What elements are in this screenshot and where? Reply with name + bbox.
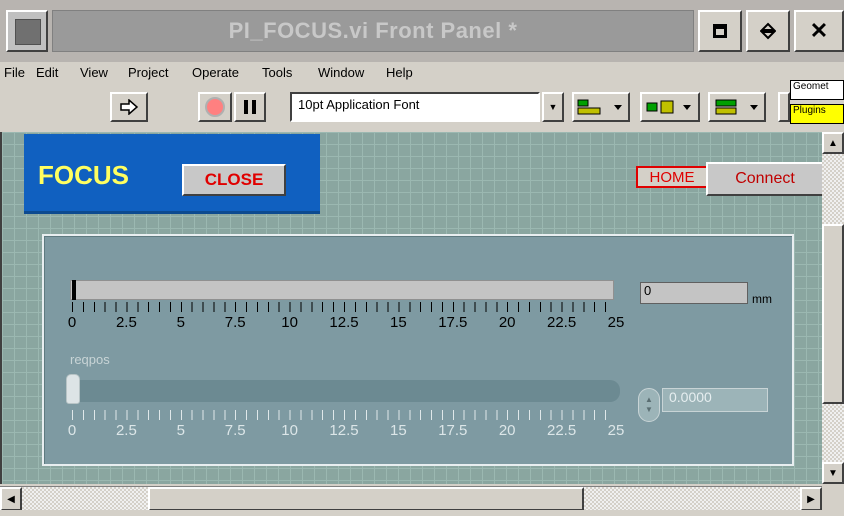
tick-label: 2.5 xyxy=(115,422,137,439)
minimize-icon xyxy=(713,24,727,38)
tick-label: 0 xyxy=(67,422,77,439)
menu-tools[interactable]: Tools xyxy=(262,65,292,80)
tick-label: 12.5 xyxy=(329,422,359,439)
tick-label: 10 xyxy=(281,314,298,331)
distribute-objects-button[interactable] xyxy=(640,92,700,122)
font-selector[interactable]: 10pt Application Font xyxy=(290,92,540,122)
window-menu-icon[interactable] xyxy=(6,10,48,52)
position-unit: mm xyxy=(752,292,772,306)
connect-button[interactable]: Connect xyxy=(706,162,822,196)
tick-label: 22.5 xyxy=(546,422,577,439)
run-button[interactable] xyxy=(110,92,148,122)
tick-label: 25 xyxy=(607,422,625,439)
pause-icon xyxy=(244,100,256,114)
reqpos-slider-track[interactable] xyxy=(70,380,620,402)
tick-label: 17.5 xyxy=(438,422,468,439)
minimize-button[interactable] xyxy=(698,10,742,52)
front-panel: FOCUS CLOSE HOME Connect 0 2.5 5 7.5 10 12.5 1… xyxy=(0,132,822,484)
tick-label: 0 xyxy=(67,314,77,331)
abort-button[interactable] xyxy=(198,92,232,122)
tick-label: 5 xyxy=(176,314,185,331)
tick-label: 7.5 xyxy=(224,422,246,439)
palette-geometry[interactable]: Geomet xyxy=(790,80,844,100)
horizontal-scroll-thumb[interactable] xyxy=(148,487,584,511)
font-dropdown-button[interactable]: ▼ xyxy=(542,92,564,122)
menu-edit[interactable]: Edit xyxy=(36,65,58,80)
align-objects-button[interactable] xyxy=(572,92,630,122)
tick-label: 10 xyxy=(281,422,298,439)
toolbar: 10pt Application Font ▼ Geomet Plugins xyxy=(0,80,844,130)
menu-view[interactable]: View xyxy=(80,65,108,80)
home-button[interactable]: HOME xyxy=(636,166,708,188)
position-slider-marker xyxy=(72,280,76,300)
arrow-right-icon: ▶ xyxy=(807,493,815,505)
menu-project[interactable]: Project xyxy=(128,65,168,80)
scroll-up-button[interactable]: ▲ xyxy=(822,132,844,154)
menu-operate[interactable]: Operate xyxy=(192,65,239,80)
title-bar-caption[interactable]: PI_FOCUS.vi Front Panel * xyxy=(52,10,694,52)
tick-label: 5 xyxy=(176,422,185,439)
resize-icon xyxy=(715,99,758,115)
tick-label: 15 xyxy=(390,422,407,439)
title-bar[interactable]: PI_FOCUS.vi Front Panel * ✕ xyxy=(0,0,844,62)
tick-label: 12.5 xyxy=(329,314,359,331)
scroll-down-button[interactable]: ▼ xyxy=(822,462,844,484)
scrollbar-corner xyxy=(822,486,844,510)
reqpos-stepper[interactable]: ▲ ▼ xyxy=(638,388,660,422)
close-button[interactable]: CLOSE xyxy=(182,164,286,196)
reqpos-label: reqpos xyxy=(70,352,110,367)
increment-icon[interactable]: ▲ xyxy=(645,395,653,405)
position-value: 0 xyxy=(640,282,748,304)
tick-label: 25 xyxy=(607,314,625,331)
pause-button[interactable] xyxy=(234,92,266,122)
reqpos-slider-thumb[interactable] xyxy=(66,374,80,404)
reorder-button[interactable] xyxy=(778,92,790,122)
palette-plugins[interactable]: Plugins xyxy=(790,104,844,124)
horizontal-scrollbar[interactable]: ◀ ▶ xyxy=(0,486,822,511)
menu-window[interactable]: Window xyxy=(318,65,364,80)
resize-objects-button[interactable] xyxy=(708,92,766,122)
arrow-down-icon: ▼ xyxy=(828,467,838,479)
close-icon: ✕ xyxy=(809,18,829,43)
menu-file[interactable]: File xyxy=(4,65,25,80)
decrement-icon[interactable]: ▼ xyxy=(645,405,653,415)
scroll-left-button[interactable]: ◀ xyxy=(0,487,22,511)
tick-label: 7.5 xyxy=(224,314,246,331)
stop-icon xyxy=(205,97,225,117)
run-arrow-icon xyxy=(120,99,139,115)
window-close-button[interactable]: ✕ xyxy=(794,10,844,52)
position-slider-track xyxy=(70,280,614,300)
position-scale xyxy=(72,302,616,312)
menu-help[interactable]: Help xyxy=(386,65,413,80)
window-bottom-edge xyxy=(0,510,844,516)
vertical-scrollbar[interactable]: ▲ ▼ xyxy=(822,132,844,484)
vertical-scroll-thumb[interactable] xyxy=(822,224,844,404)
chevron-down-icon: ▼ xyxy=(548,102,558,112)
tick-label: 22.5 xyxy=(546,314,577,331)
window-title: PI_FOCUS.vi Front Panel * xyxy=(228,18,518,43)
tick-label: 20 xyxy=(498,422,516,439)
panel-title: FOCUS xyxy=(38,160,129,190)
maximize-button[interactable] xyxy=(746,10,790,52)
tick-label: 15 xyxy=(390,314,407,331)
align-icon xyxy=(577,99,622,115)
reqpos-value-input[interactable]: 0.0000 xyxy=(662,388,768,412)
maximize-icon xyxy=(760,22,776,40)
arrow-left-icon: ◀ xyxy=(7,493,15,505)
tick-label: 17.5 xyxy=(438,314,468,331)
arrow-up-icon: ▲ xyxy=(828,137,838,149)
reqpos-scale xyxy=(72,410,616,420)
menu-bar: File Edit View Project Operate Tools Win… xyxy=(0,62,844,86)
tick-label: 2.5 xyxy=(115,314,137,331)
tick-label: 20 xyxy=(498,314,516,331)
control-group: 0 2.5 5 7.5 10 12.5 15 17.5 20 22.5 25 0 mm reqpos… xyxy=(42,234,794,466)
scroll-right-button[interactable]: ▶ xyxy=(800,487,822,511)
distribute-icon xyxy=(646,100,691,114)
